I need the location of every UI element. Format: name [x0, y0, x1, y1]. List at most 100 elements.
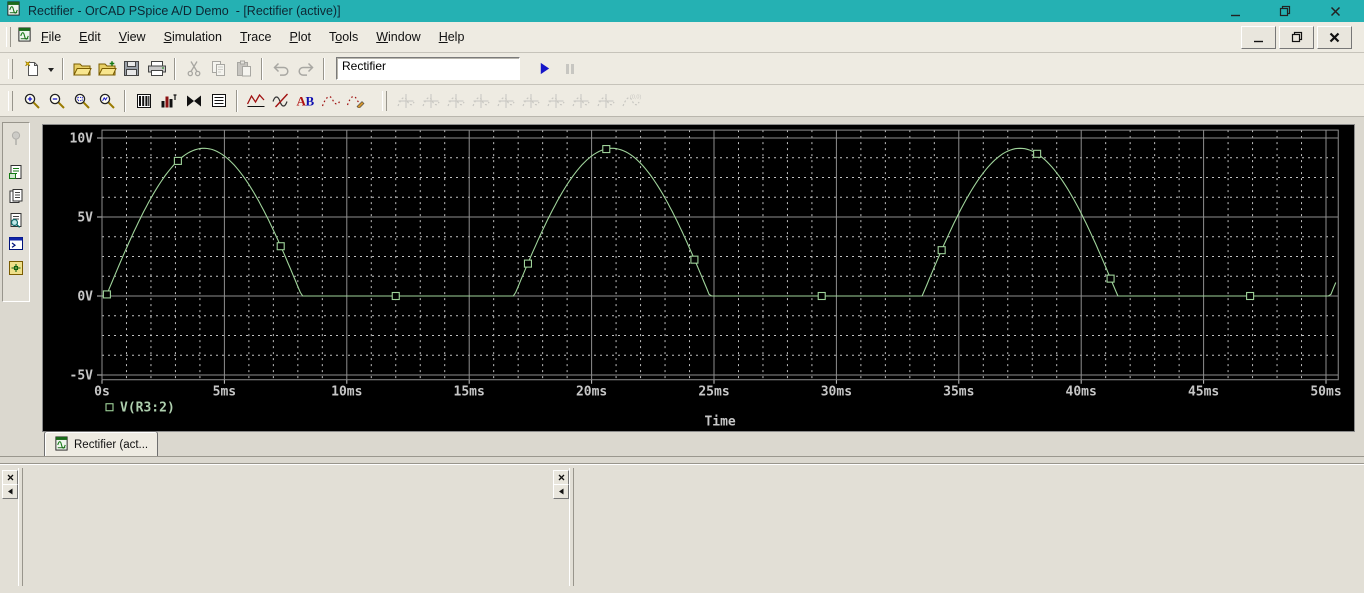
svg-text:50ms: 50ms	[1310, 385, 1341, 400]
paste-button	[231, 57, 256, 81]
output-pane-close-button[interactable]	[2, 470, 18, 485]
tab-rectifier[interactable]: Rectifier (act...	[44, 431, 159, 457]
svg-text:10ms: 10ms	[331, 385, 362, 400]
watch-pane-collapse-button[interactable]	[553, 484, 569, 499]
menu-bar: File Edit View Simulation Trace Plot Tools Wind…	[0, 22, 1364, 53]
toggle-cursor-dots-button[interactable]	[318, 89, 343, 113]
chart-toolbar: A B (0,0)	[0, 85, 1364, 117]
svg-text:35ms: 35ms	[943, 385, 974, 400]
menubar-grip[interactable]	[6, 27, 11, 47]
output-pane-collapse-button[interactable]	[2, 484, 18, 499]
svg-text:30ms: 30ms	[821, 385, 852, 400]
toolbar-separator	[174, 57, 176, 80]
svg-text:(0,0): (0,0)	[630, 94, 641, 100]
docked-panes: -------------- Simulation Circuit File: …	[0, 463, 1364, 593]
view-simulation-results-button[interactable]	[7, 211, 25, 228]
zoom-area-button[interactable]	[69, 89, 94, 113]
watch-pane-close-button[interactable]	[553, 470, 569, 485]
view-output-file-button[interactable]	[7, 187, 25, 204]
toolbar-separator	[323, 57, 325, 80]
undo-button	[268, 57, 293, 81]
print-button[interactable]	[144, 57, 169, 81]
new-file-options-button[interactable]	[44, 57, 57, 81]
svg-text:V(R3:2): V(R3:2)	[120, 401, 175, 416]
menu-view[interactable]: View	[110, 27, 155, 47]
cursor-slope-button	[468, 89, 493, 113]
pspice-main-window: Rectifier - OrCAD PSpice A/D Demo - [Rec…	[0, 0, 1364, 593]
menu-edit[interactable]: Edit	[70, 27, 110, 47]
open-file-button[interactable]	[69, 57, 94, 81]
cursor-min-button	[493, 89, 518, 113]
toolbar-grip[interactable]	[8, 58, 13, 79]
view-schematic-button[interactable]	[7, 259, 25, 276]
document-icon	[17, 27, 32, 47]
svg-text:45ms: 45ms	[1188, 385, 1219, 400]
performance-analysis-button[interactable]	[181, 89, 206, 113]
cut-button	[181, 57, 206, 81]
evaluate-measurement-button[interactable]	[268, 89, 293, 113]
pause-simulation-button	[557, 57, 582, 81]
add-trace-button[interactable]	[243, 89, 268, 113]
sidebar-toolbar	[2, 122, 30, 302]
svg-text:0V: 0V	[77, 290, 93, 305]
new-file-button[interactable]	[19, 57, 44, 81]
toolbar-grip[interactable]	[8, 90, 13, 111]
minimize-button[interactable]	[1228, 4, 1242, 18]
tab-strip-divider	[0, 456, 1364, 457]
zoom-out-button[interactable]	[44, 89, 69, 113]
simulation-profile-combo[interactable]: Rectifier	[336, 57, 520, 80]
tab-document-icon	[54, 435, 69, 454]
child-minimize-button[interactable]	[1241, 25, 1276, 49]
zoom-in-button[interactable]	[19, 89, 44, 113]
menu-help[interactable]: Help	[430, 27, 474, 47]
append-file-button[interactable]	[94, 57, 119, 81]
toolbar-grip[interactable]	[382, 90, 387, 111]
restore-button[interactable]	[1278, 4, 1292, 18]
tab-label: Rectifier (act...	[74, 438, 149, 451]
save-file-button[interactable]	[119, 57, 144, 81]
svg-text:10V: 10V	[70, 132, 94, 147]
plot-window[interactable]: 10V 5V 0V -5V 0s 5ms 10ms 15ms 20ms 25ms 30ms 35ms 4…	[42, 124, 1355, 432]
run-simulation-button[interactable]	[532, 57, 557, 81]
svg-text:0s: 0s	[94, 385, 110, 400]
toggle-cursor-button	[393, 89, 418, 113]
view-circuit-file-button[interactable]	[7, 163, 25, 180]
toolbar-separator	[236, 89, 238, 112]
watch-pane-grip[interactable]	[569, 468, 574, 586]
log-y-axis-button[interactable]	[206, 89, 231, 113]
view-command-window-button[interactable]	[7, 235, 25, 252]
svg-text:5V: 5V	[77, 211, 93, 226]
insert-text-label-button[interactable]: AB	[293, 89, 318, 113]
svg-text:40ms: 40ms	[1066, 385, 1097, 400]
cursor-search-button	[543, 89, 568, 113]
mark-data-points-button[interactable]	[343, 89, 368, 113]
mark-label-coordinates-button: (0,0)	[618, 89, 643, 113]
menu-file[interactable]: File	[32, 27, 70, 47]
menu-simulation[interactable]: Simulation	[155, 27, 231, 47]
window-controls	[1228, 4, 1358, 18]
app-icon	[6, 1, 21, 21]
cursor-trough-button	[443, 89, 468, 113]
menu-plot[interactable]: Plot	[280, 27, 320, 47]
waveform-plot: 10V 5V 0V -5V0s 5ms 10ms 15ms 20ms 25ms 30ms 35ms 4…	[70, 129, 1342, 430]
standard-toolbar: Rectifier	[0, 53, 1364, 85]
zoom-fit-button[interactable]	[94, 89, 119, 113]
log-x-axis-button[interactable]	[131, 89, 156, 113]
child-restore-button[interactable]	[1279, 25, 1314, 49]
close-button[interactable]	[1328, 4, 1342, 18]
pushpin-button	[7, 129, 25, 146]
output-pane-grip[interactable]	[18, 468, 23, 586]
svg-text:-5V: -5V	[70, 369, 94, 384]
svg-text:20ms: 20ms	[576, 385, 607, 400]
toolbar-separator	[62, 57, 64, 80]
toolbar-separator	[261, 57, 263, 80]
cursor-previous-transition-button	[593, 89, 618, 113]
cursor-next-transition-button	[568, 89, 593, 113]
cursor-max-button	[518, 89, 543, 113]
svg-text:B: B	[305, 94, 314, 109]
fft-button[interactable]	[156, 89, 181, 113]
menu-tools[interactable]: Tools	[320, 27, 367, 47]
child-close-button[interactable]	[1317, 25, 1352, 49]
menu-trace[interactable]: Trace	[231, 27, 281, 47]
menu-window[interactable]: Window	[367, 27, 429, 47]
